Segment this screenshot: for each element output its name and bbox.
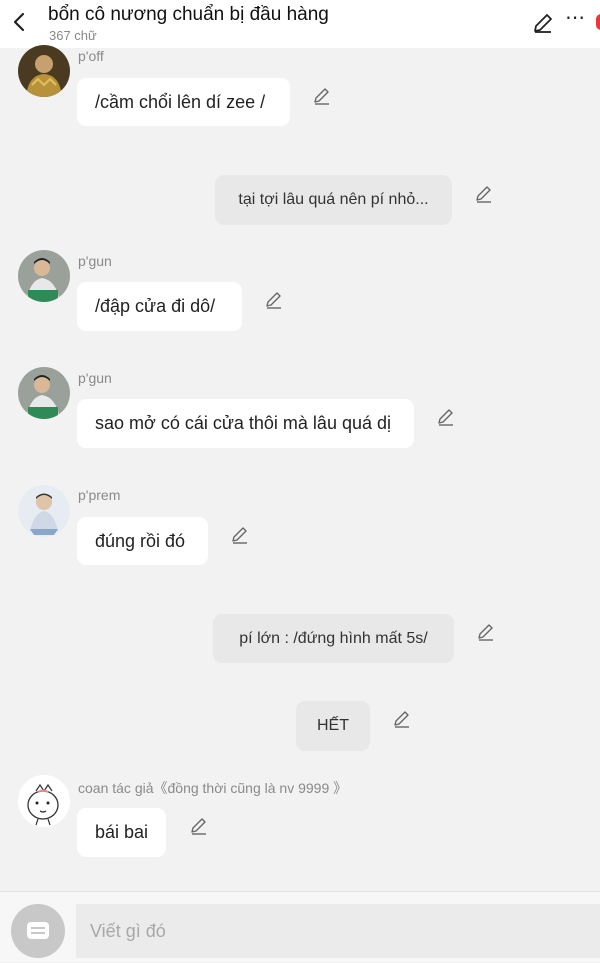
sender-name: p'prem xyxy=(78,487,121,503)
message-bubble[interactable]: /đập cửa đi dô/ xyxy=(77,282,242,331)
edit-message-icon[interactable] xyxy=(436,407,456,427)
avatar-pgun[interactable] xyxy=(18,367,70,419)
edit-icon[interactable] xyxy=(532,12,554,34)
message-bubble[interactable]: bái bai xyxy=(77,808,166,857)
edit-message-icon[interactable] xyxy=(476,622,496,642)
message-input[interactable] xyxy=(76,904,600,958)
edit-message-icon[interactable] xyxy=(264,290,284,310)
avatar-pgun[interactable] xyxy=(18,250,70,302)
chat-icon[interactable] xyxy=(11,904,65,958)
edit-message-icon[interactable] xyxy=(312,86,332,106)
avatar-pprem[interactable] xyxy=(18,485,70,537)
sender-name: p'off xyxy=(78,48,104,64)
top-bar: bổn cô nương chuẩn bị đầu hàng 367 chữ ⋯ xyxy=(0,0,600,48)
narration-bubble[interactable]: pí lớn : /đứng hình mất 5s/ xyxy=(213,614,454,663)
message-bubble[interactable]: sao mở có cái cửa thôi mà lâu quá dị xyxy=(77,399,414,448)
sender-name: p'gun xyxy=(78,253,112,269)
edit-message-icon[interactable] xyxy=(474,184,494,204)
message-bubble[interactable]: /cầm chổi lên dí zee / xyxy=(77,78,290,126)
avatar-author[interactable] xyxy=(18,775,70,827)
word-count: 367 chữ xyxy=(49,28,97,43)
compose-bar xyxy=(0,891,600,962)
notification-dot[interactable] xyxy=(596,14,600,30)
edit-message-icon[interactable] xyxy=(189,816,209,836)
story-title: bổn cô nương chuẩn bị đầu hàng xyxy=(48,4,329,25)
message-bubble[interactable]: đúng rồi đó xyxy=(77,517,208,565)
narration-bubble[interactable]: tại tợi lâu quá nên pí nhỏ... xyxy=(215,175,452,225)
more-icon[interactable]: ⋯ xyxy=(563,8,587,32)
edit-message-icon[interactable] xyxy=(392,709,412,729)
sender-name: p'gun xyxy=(78,370,112,386)
avatar-poff[interactable] xyxy=(18,45,70,97)
edit-message-icon[interactable] xyxy=(230,525,250,545)
back-icon[interactable] xyxy=(10,10,30,34)
sender-name: coan tác giả《đồng thời cũng là nv 9999 》 xyxy=(78,780,348,796)
end-bubble[interactable]: HẾT xyxy=(296,701,370,751)
